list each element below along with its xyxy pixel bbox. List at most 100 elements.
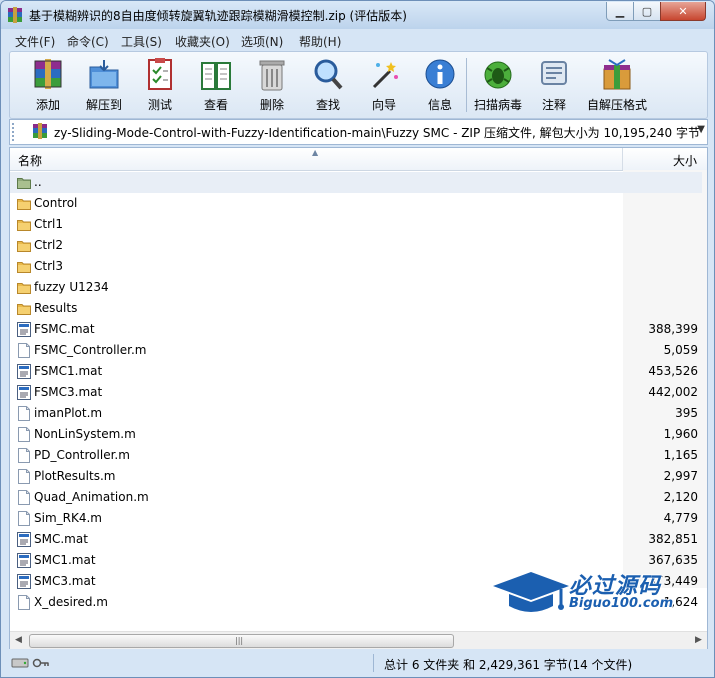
- status-summary: 总计 6 文件夹 和 2,429,361 字节(14 个文件): [384, 658, 633, 672]
- file-size: 382,851: [648, 532, 698, 546]
- menu-commands[interactable]: 命令(C): [67, 33, 109, 50]
- file-name: NonLinSystem.m: [34, 427, 136, 441]
- file-size: 2,997: [663, 469, 698, 483]
- address-bar[interactable]: zy-Sliding-Mode-Control-with-Fuzzy-Ident…: [9, 119, 708, 145]
- comment-button[interactable]: 注释: [526, 54, 582, 116]
- test-button[interactable]: 测试: [132, 54, 188, 116]
- list-item[interactable]: Ctrl2: [10, 235, 702, 256]
- wizard-button[interactable]: 向导: [356, 54, 412, 116]
- m-file-icon: [17, 511, 31, 526]
- menu-favorites[interactable]: 收藏夹(O): [175, 33, 230, 50]
- file-name: SMC.mat: [34, 532, 88, 546]
- list-item[interactable]: Ctrl3: [10, 256, 702, 277]
- file-name: SMC3.mat: [34, 574, 96, 588]
- file-name: imanPlot.m: [34, 406, 103, 420]
- list-item[interactable]: SMC.mat 382,851: [10, 529, 702, 550]
- file-size: 367,635: [648, 553, 698, 567]
- menu-options[interactable]: 选项(N): [241, 33, 283, 50]
- file-size: 2,120: [663, 490, 698, 504]
- mat-file-icon: [17, 322, 31, 337]
- extract-folder-icon: [89, 60, 119, 89]
- file-name: FSMC3.mat: [34, 385, 103, 399]
- file-name: FSMC.mat: [34, 322, 95, 336]
- view-button[interactable]: 查看: [188, 54, 244, 116]
- list-item[interactable]: FSMC3.mat 442,002: [10, 382, 702, 403]
- column-size[interactable]: 大小: [673, 152, 697, 169]
- address-path: zy-Sliding-Mode-Control-with-Fuzzy-Ident…: [54, 126, 700, 140]
- maximize-button[interactable]: ▢: [633, 2, 661, 21]
- wizard-wand-icon: [372, 62, 398, 89]
- list-item[interactable]: PD_Controller.m 1,165: [10, 445, 702, 466]
- sfx-label: 自解压格式: [586, 98, 647, 112]
- list-item[interactable]: NonLinSystem.m 1,960: [10, 424, 702, 445]
- mat-file-icon: [17, 553, 31, 568]
- menu-file[interactable]: 文件(F): [15, 33, 55, 50]
- file-size: 388,399: [648, 322, 698, 336]
- list-item[interactable]: Control: [10, 193, 702, 214]
- winrar-app-icon: [8, 7, 22, 23]
- list-item[interactable]: ..: [10, 172, 702, 193]
- list-item[interactable]: Sim_RK4.m 4,779: [10, 508, 702, 529]
- sort-up-icon: ▲: [312, 148, 319, 157]
- m-file-icon: [17, 469, 31, 484]
- list-item[interactable]: SMC1.mat 367,635: [10, 550, 702, 571]
- wizard-label: 向导: [371, 98, 396, 112]
- add-button[interactable]: 添加: [20, 54, 76, 116]
- menu-tools[interactable]: 工具(S): [121, 33, 162, 50]
- archive-add-icon: [34, 59, 62, 89]
- scroll-thumb[interactable]: |||: [29, 634, 454, 648]
- file-name: SMC1.mat: [34, 553, 96, 567]
- file-name: Ctrl2: [34, 238, 63, 252]
- column-name[interactable]: 名称: [18, 152, 42, 169]
- list-item[interactable]: FSMC_Controller.m 5,059: [10, 340, 702, 361]
- minimize-button[interactable]: ▁: [606, 2, 634, 21]
- view-label: 查看: [203, 98, 228, 112]
- virus-scan-button[interactable]: 扫描病毒: [470, 54, 526, 116]
- folder-icon: [17, 238, 31, 253]
- list-item[interactable]: FSMC.mat 388,399: [10, 319, 702, 340]
- file-name: Ctrl1: [34, 217, 63, 231]
- app-window: 基于模糊辨识的8自由度倾转旋翼轨迹跟踪模糊滑模控制.zip (评估版本) ▁ ▢…: [0, 0, 715, 678]
- horizontal-scrollbar[interactable]: ◀ ||| ▶: [10, 631, 707, 649]
- file-name: FSMC_Controller.m: [34, 343, 147, 357]
- column-divider[interactable]: [622, 148, 623, 170]
- chevron-down-icon[interactable]: ▼: [697, 124, 705, 135]
- list-item[interactable]: Quad_Animation.m 2,120: [10, 487, 702, 508]
- list-item[interactable]: Results: [10, 298, 702, 319]
- scroll-right-icon[interactable]: ▶: [690, 632, 707, 649]
- list-item[interactable]: X_desired.m 1,624: [10, 592, 702, 613]
- magnifier-icon: [314, 59, 343, 90]
- sfx-box-icon: [603, 59, 631, 90]
- scroll-left-icon[interactable]: ◀: [10, 632, 27, 649]
- list-item[interactable]: PlotResults.m 2,997: [10, 466, 702, 487]
- menu-bar: 文件(F) 命令(C) 工具(S) 收藏夹(O) 选项(N) 帮助(H): [1, 30, 714, 50]
- folder-icon: [17, 301, 31, 316]
- list-item[interactable]: FSMC1.mat 453,526: [10, 361, 702, 382]
- m-file-icon: [17, 448, 31, 463]
- info-button[interactable]: 信息: [412, 54, 468, 116]
- delete-label: 删除: [259, 98, 284, 112]
- list-header: ▲ 名称 大小: [10, 148, 707, 171]
- list-item[interactable]: imanPlot.m 395: [10, 403, 702, 424]
- toolbar: 添加 解压到 测试 查看 删除 查找 向导 信息 扫描病毒 注释 自解压格式: [9, 51, 708, 119]
- m-file-icon: [17, 343, 31, 358]
- extract-to-button[interactable]: 解压到: [76, 54, 132, 116]
- close-button[interactable]: ✕: [660, 2, 706, 21]
- status-divider: [373, 654, 374, 672]
- folder-icon: [17, 280, 31, 295]
- list-item[interactable]: SMC3.mat 373,449: [10, 571, 702, 592]
- drive-key-icon[interactable]: [11, 656, 51, 670]
- list-item[interactable]: Ctrl1: [10, 214, 702, 235]
- file-size: 4,779: [663, 511, 698, 525]
- m-file-icon: [17, 490, 31, 505]
- parent-folder-icon: [17, 175, 31, 190]
- file-size: 442,002: [648, 385, 698, 399]
- info-label: 信息: [427, 98, 452, 112]
- title-bar: 基于模糊辨识的8自由度倾转旋翼轨迹跟踪模糊滑模控制.zip (评估版本) ▁ ▢…: [1, 1, 714, 29]
- find-button[interactable]: 查找: [300, 54, 356, 116]
- menu-help[interactable]: 帮助(H): [299, 33, 341, 50]
- delete-button[interactable]: 删除: [244, 54, 300, 116]
- folder-icon: [17, 259, 31, 274]
- list-item[interactable]: fuzzy U1234: [10, 277, 702, 298]
- sfx-button[interactable]: 自解压格式: [582, 54, 652, 116]
